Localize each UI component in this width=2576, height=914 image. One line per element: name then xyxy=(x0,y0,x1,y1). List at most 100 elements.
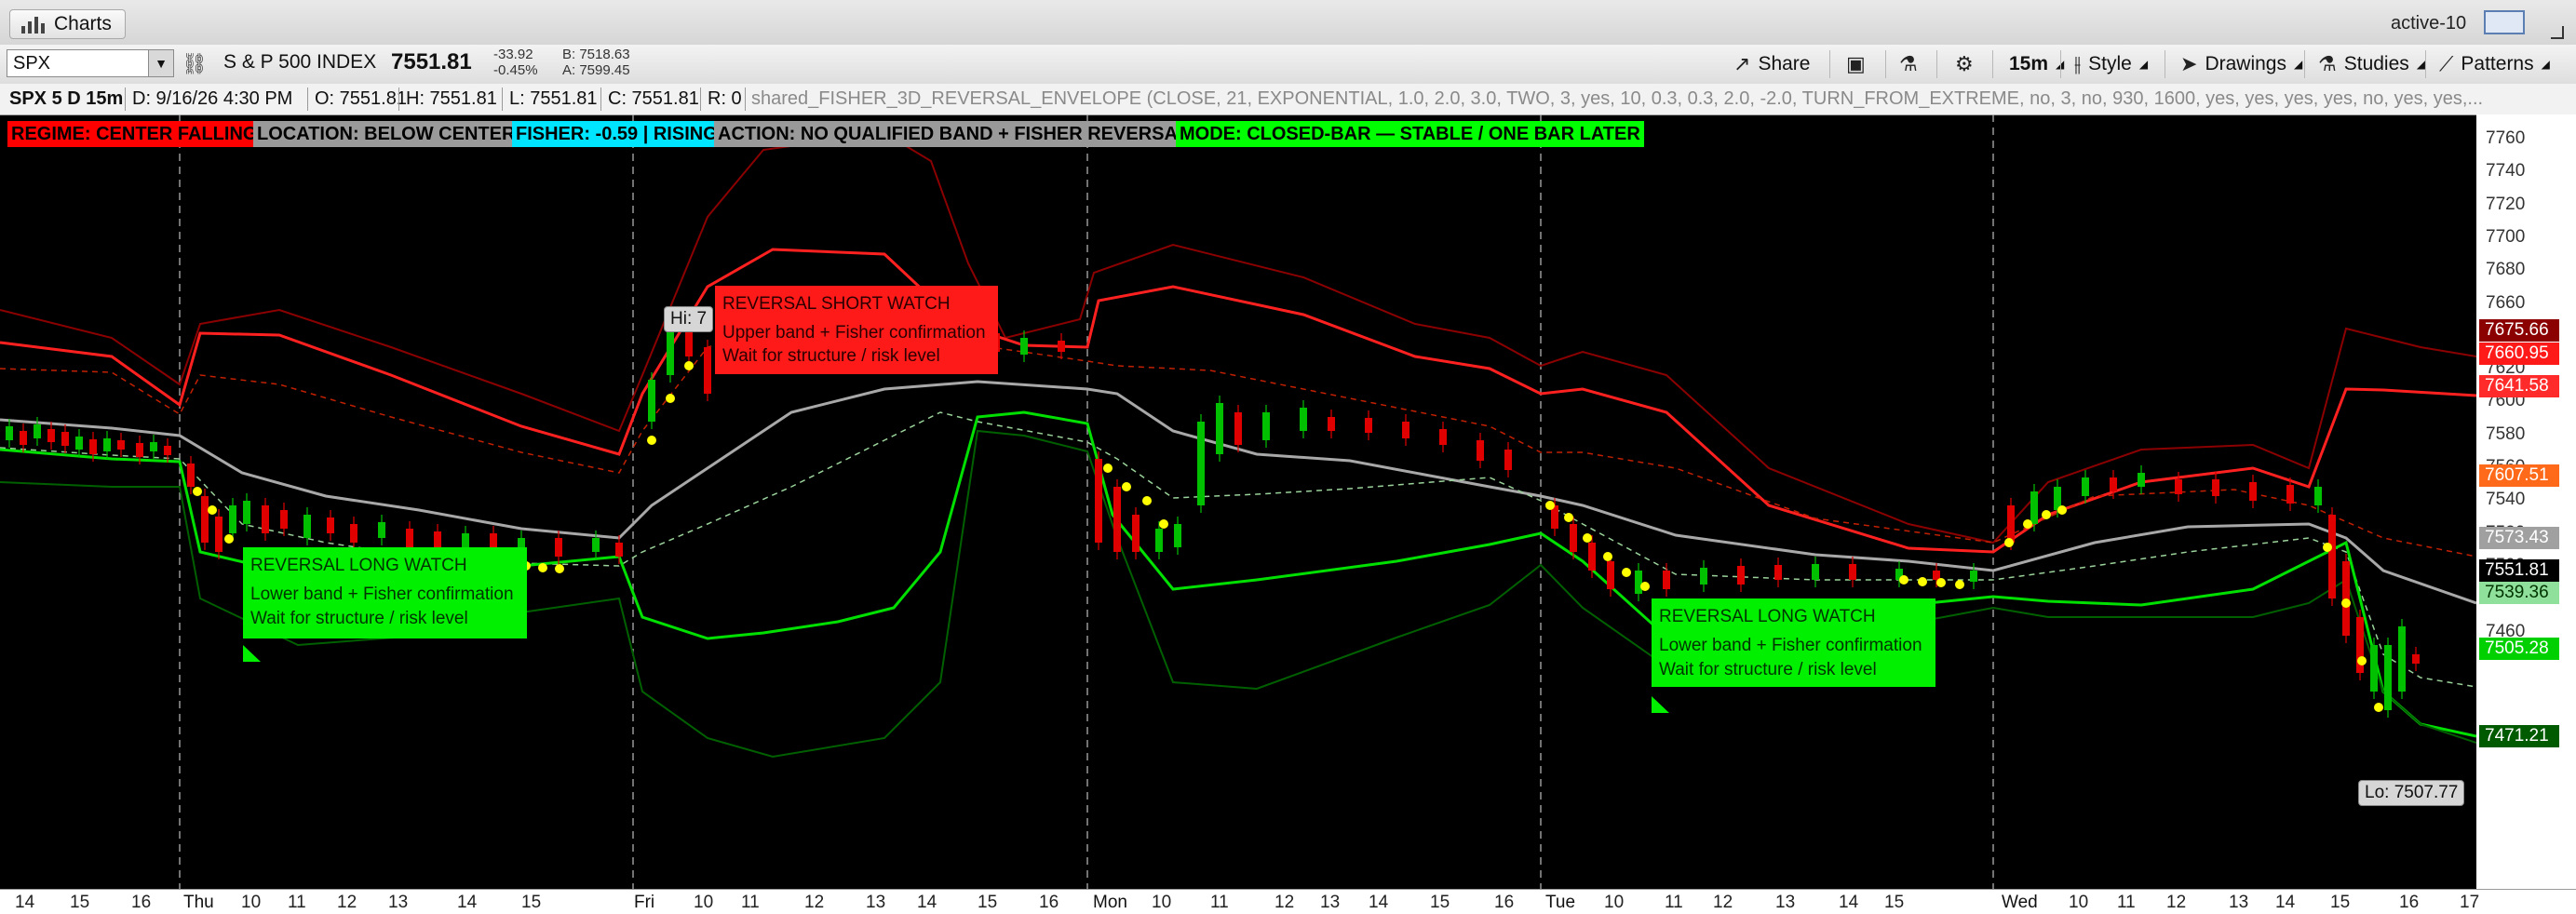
time-axis-hour-label: 10 xyxy=(1152,893,1172,912)
candle-body xyxy=(243,501,250,524)
time-axis-day-label: Thu xyxy=(183,893,214,912)
time-axis-hour-label: 15 xyxy=(2330,893,2351,912)
last-price: 7551.81 xyxy=(391,49,472,74)
price-level-tag: 7660.95 xyxy=(2479,343,2559,365)
candle-body xyxy=(2110,477,2117,491)
fisher-signal-dot xyxy=(684,361,694,370)
reversal-long-callout: REVERSAL LONG WATCH Lower band + Fisher … xyxy=(243,547,527,638)
fisher-signal-dot xyxy=(224,534,234,544)
candle-body xyxy=(47,429,55,442)
studies-label: Studies xyxy=(2343,53,2409,74)
flask-button[interactable]: ⚗ xyxy=(1899,51,1918,77)
candle-body xyxy=(164,446,171,455)
bar-high: H: 7551.81 xyxy=(406,88,497,109)
action-banner: ACTION: NO QUALIFIED BAND + FISHER REVER… xyxy=(714,121,1194,147)
upper-outer-band xyxy=(0,131,2476,544)
chart-id: SPX 5 D 15m xyxy=(9,88,124,109)
price-level-tag: 7471.21 xyxy=(2479,725,2559,747)
resize-corner-icon[interactable] xyxy=(2551,26,2564,39)
price-tick-label: 7660 xyxy=(2486,292,2526,313)
link-icon[interactable]: ⛓ xyxy=(182,52,208,76)
fisher-signal-dot xyxy=(2023,519,2032,529)
time-axis-hour-label: 17 xyxy=(2460,893,2480,912)
candle-body xyxy=(615,543,623,557)
candle-body xyxy=(1300,408,1307,431)
symbol-dropdown-icon[interactable]: ▼ xyxy=(148,50,173,76)
bid-value: B: 7518.63 xyxy=(562,47,630,62)
bar-open: O: 7551.81 xyxy=(315,88,407,109)
fisher-signal-dot xyxy=(2057,505,2067,515)
time-axis-hour-label: 13 xyxy=(1775,893,1796,912)
symbol-input[interactable]: SPX ▼ xyxy=(7,49,174,77)
price-level-tag: 7573.43 xyxy=(2479,527,2559,549)
studies-button[interactable]: ⚗ Studies ◢ xyxy=(2318,51,2425,77)
active-layout-label[interactable]: active-10 xyxy=(2391,13,2466,34)
price-scale[interactable]: 7760774077207700768076607640762076007580… xyxy=(2476,114,2576,889)
candle-body xyxy=(406,529,413,547)
candle-body xyxy=(1607,561,1614,589)
candle-body xyxy=(1113,487,1121,552)
layout-grid-button[interactable] xyxy=(2484,10,2525,34)
candle-body xyxy=(2286,485,2294,504)
candle-body xyxy=(136,443,143,457)
study-label[interactable]: shared_FISHER_3D_REVERSAL_ENVELOPE (CLOS… xyxy=(751,88,2483,110)
info-divider xyxy=(502,87,503,111)
info-divider xyxy=(700,87,701,111)
mode-text: MODE: CLOSED-BAR — STABLE / ONE BAR LATE… xyxy=(1180,124,1640,144)
price-tick-label: 7760 xyxy=(2486,128,2526,148)
toolbar-divider xyxy=(2060,50,2061,78)
callout-pointer xyxy=(1652,696,1669,713)
toolbar-divider xyxy=(2304,50,2305,78)
candle-body xyxy=(2030,491,2038,524)
callout-line: Wait for structure / risk level xyxy=(250,609,468,628)
news-button[interactable]: ▣ xyxy=(1846,51,1866,77)
bar-date: D: 9/16/26 4:30 PM xyxy=(132,88,293,109)
candle-body xyxy=(2314,487,2322,505)
price-level-tag: 7607.51 xyxy=(2479,464,2559,487)
news-icon: ▣ xyxy=(1846,52,1866,75)
time-axis-hour-label: 11 xyxy=(2117,893,2136,912)
time-axis-hour-label: 12 xyxy=(1713,893,1733,912)
candle-body xyxy=(1774,565,1782,580)
time-axis-hour-label: 12 xyxy=(1275,893,1295,912)
candle-body xyxy=(103,438,111,451)
toolbar-divider xyxy=(1936,50,1937,78)
candle-body xyxy=(1504,450,1512,470)
pattern-icon: ⟋ xyxy=(2439,52,2454,75)
drawings-button[interactable]: ➤ Drawings ◢ xyxy=(2180,51,2302,77)
high-marker-text: Hi: 7 xyxy=(670,309,708,329)
fisher-signal-dot xyxy=(1564,513,1573,522)
ask-value: A: 7599.45 xyxy=(562,62,630,78)
bar-chart-icon xyxy=(21,15,45,34)
time-axis-hour-label: 10 xyxy=(2069,893,2089,912)
candle-body xyxy=(1328,417,1335,431)
fisher-signal-dot xyxy=(1122,482,1131,491)
candle-body xyxy=(2138,473,2145,487)
style-button[interactable]: ⫲ Style ◢ xyxy=(2074,51,2148,77)
price-level-tag: 7539.36 xyxy=(2479,582,2559,604)
candle-body xyxy=(1132,515,1140,552)
time-axis[interactable]: 14 15 16 Thu 10 11 12 13 14 15 Fri 10 11 12 13 14 15 16 Mo… xyxy=(0,889,2576,914)
patterns-button[interactable]: ⟋ Patterns ◢ xyxy=(2439,51,2550,77)
settings-button[interactable]: ⚙ xyxy=(1955,51,1974,77)
net-change: -33.92 xyxy=(493,47,533,62)
candle-body xyxy=(1020,338,1028,355)
timeframe-button[interactable]: 15m ◢ xyxy=(2009,51,2064,77)
callout-title: REVERSAL SHORT WATCH xyxy=(722,294,951,314)
candle-body xyxy=(2412,654,2420,664)
toolbar-divider xyxy=(1992,50,1993,78)
candle-body xyxy=(1365,418,1372,433)
candle-body xyxy=(2384,645,2392,710)
candle-body xyxy=(1058,341,1065,352)
change-block: -33.92 -0.45% xyxy=(493,47,538,78)
price-chart[interactable] xyxy=(0,114,2476,889)
fisher-signal-dot xyxy=(647,436,656,445)
share-button[interactable]: ↗ Share xyxy=(1733,51,1810,77)
pct-change: -0.45% xyxy=(493,62,538,78)
chevron-down-icon: ◢ xyxy=(2138,58,2149,71)
candle-body xyxy=(704,347,711,394)
fisher-signal-dot xyxy=(1955,580,1964,589)
charts-tab[interactable]: Charts xyxy=(9,9,126,39)
price-tick-label: 7580 xyxy=(2486,423,2526,444)
fisher-text: FISHER: -0.59 | RISING xyxy=(516,124,718,144)
